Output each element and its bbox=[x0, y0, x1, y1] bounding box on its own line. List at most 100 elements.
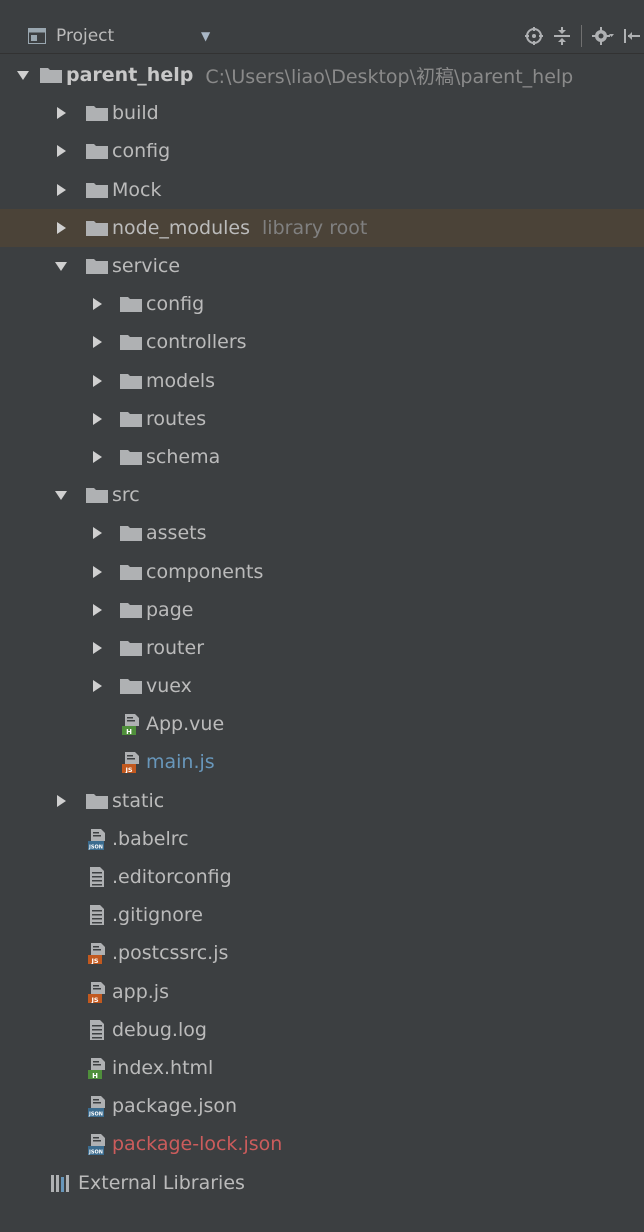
folder-icon bbox=[120, 561, 142, 583]
folder-icon bbox=[86, 484, 108, 506]
project-tool-window: Project ▼ parent_help C:\Users\liao\Desk… bbox=[0, 0, 644, 1232]
tree-item-label: page bbox=[146, 598, 194, 621]
collapsed-arrow-icon[interactable] bbox=[86, 637, 108, 659]
tree-item-src[interactable]: src bbox=[0, 476, 644, 514]
tree-item-gitignore[interactable]: .gitignore bbox=[0, 896, 644, 934]
tree-item-router[interactable]: router bbox=[0, 629, 644, 667]
tree-item-label: service bbox=[112, 255, 181, 278]
folder-icon bbox=[120, 293, 142, 315]
tree-item-routes[interactable]: routes bbox=[0, 400, 644, 438]
tree-item-controllers[interactable]: controllers bbox=[0, 323, 644, 361]
hide-icon[interactable] bbox=[618, 23, 644, 49]
tree-item-service[interactable]: service bbox=[0, 247, 644, 285]
tree-item-app-js[interactable]: JS app.js bbox=[0, 973, 644, 1011]
tree-item-label: index.html bbox=[112, 1056, 214, 1079]
tree-item-label: src bbox=[112, 484, 140, 507]
svg-text:JSON: JSON bbox=[88, 844, 103, 850]
tree-item-label: .babelrc bbox=[112, 827, 189, 850]
tree-item-package-json[interactable]: JSON package.json bbox=[0, 1087, 644, 1125]
settings-gear-icon[interactable] bbox=[590, 23, 616, 49]
tree-item-postcssrc[interactable]: JS .postcssrc.js bbox=[0, 934, 644, 972]
tree-item-label: debug.log bbox=[112, 1018, 207, 1041]
tree-root-row[interactable]: parent_help C:\Users\liao\Desktop\初稿\par… bbox=[0, 56, 644, 94]
library-root-hint: library root bbox=[262, 216, 368, 239]
collapsed-arrow-icon[interactable] bbox=[86, 331, 108, 353]
tree-item-schema[interactable]: schema bbox=[0, 438, 644, 476]
collapsed-arrow-icon[interactable] bbox=[50, 140, 72, 162]
tree-item-label: app.js bbox=[112, 980, 169, 1003]
tree-item-label: static bbox=[112, 789, 165, 812]
svg-text:JS: JS bbox=[90, 996, 98, 1003]
collapsed-arrow-icon[interactable] bbox=[50, 217, 72, 239]
expanded-arrow-icon[interactable] bbox=[12, 64, 34, 86]
project-view-selector[interactable]: Project bbox=[28, 18, 114, 54]
project-header: Project ▼ bbox=[0, 18, 644, 54]
folder-icon bbox=[120, 408, 142, 430]
tree-item-vuex[interactable]: vuex bbox=[0, 667, 644, 705]
tree-item-build[interactable]: build bbox=[0, 94, 644, 132]
tree-item-app-vue[interactable]: H App.vue bbox=[0, 705, 644, 743]
tree-item-config[interactable]: config bbox=[0, 132, 644, 170]
folder-icon bbox=[86, 255, 108, 277]
tree-item-package-lock-json[interactable]: JSON package-lock.json bbox=[0, 1125, 644, 1163]
project-toolbar bbox=[519, 18, 644, 54]
tree-item-index-html[interactable]: H index.html bbox=[0, 1049, 644, 1087]
collapsed-arrow-icon[interactable] bbox=[86, 370, 108, 392]
tree-item-label: External Libraries bbox=[78, 1171, 245, 1194]
project-title: Project bbox=[56, 26, 115, 46]
project-icon bbox=[28, 28, 46, 44]
folder-icon bbox=[120, 675, 142, 697]
tree-item-editorconfig[interactable]: .editorconfig bbox=[0, 858, 644, 896]
folder-icon bbox=[120, 370, 142, 392]
json-file-icon: JSON bbox=[86, 1133, 108, 1156]
dropdown-arrow-icon[interactable]: ▼ bbox=[201, 18, 210, 54]
json-file-icon: JSON bbox=[86, 1095, 108, 1118]
collapsed-arrow-icon[interactable] bbox=[50, 179, 72, 201]
tree-item-models[interactable]: models bbox=[0, 362, 644, 400]
tree-item-external-libraries[interactable]: External Libraries bbox=[0, 1163, 644, 1201]
svg-text:JSON: JSON bbox=[88, 1112, 103, 1118]
collapsed-arrow-icon[interactable] bbox=[86, 599, 108, 621]
tree-item-static[interactable]: static bbox=[0, 782, 644, 820]
root-folder-name: parent_help bbox=[66, 64, 194, 87]
project-tree: parent_help C:\Users\liao\Desktop\初稿\par… bbox=[0, 56, 644, 1202]
tree-item-debug-log[interactable]: debug.log bbox=[0, 1011, 644, 1049]
collapsed-arrow-icon[interactable] bbox=[86, 408, 108, 430]
folder-icon bbox=[120, 599, 142, 621]
tree-item-label: package.json bbox=[112, 1095, 238, 1118]
collapsed-arrow-icon[interactable] bbox=[86, 293, 108, 315]
expanded-arrow-icon[interactable] bbox=[50, 484, 72, 506]
tree-item-label: node_modules bbox=[112, 216, 251, 239]
collapsed-arrow-icon[interactable] bbox=[86, 561, 108, 583]
locate-icon[interactable] bbox=[521, 23, 547, 49]
collapse-all-icon[interactable] bbox=[549, 23, 575, 49]
tree-item-node-modules[interactable]: node_modules library root bbox=[0, 208, 644, 247]
tree-item-assets[interactable]: assets bbox=[0, 514, 644, 552]
collapsed-arrow-icon[interactable] bbox=[50, 790, 72, 812]
tree-item-service-config[interactable]: config bbox=[0, 285, 644, 323]
collapsed-arrow-icon[interactable] bbox=[86, 675, 108, 697]
tree-item-label: config bbox=[146, 293, 205, 316]
svg-text:H: H bbox=[92, 1072, 98, 1079]
tree-item-main-js[interactable]: JS main.js bbox=[0, 743, 644, 781]
tree-item-babelrc[interactable]: JSON .babelrc bbox=[0, 820, 644, 858]
tree-item-label: config bbox=[112, 140, 171, 163]
toolbar-separator bbox=[581, 25, 582, 47]
tree-item-label: .gitignore bbox=[112, 904, 203, 927]
collapsed-arrow-icon[interactable] bbox=[50, 102, 72, 124]
expanded-arrow-icon[interactable] bbox=[50, 255, 72, 277]
collapsed-arrow-icon[interactable] bbox=[86, 522, 108, 544]
tree-item-components[interactable]: components bbox=[0, 552, 644, 590]
tree-item-label: router bbox=[146, 636, 205, 659]
tree-item-mock[interactable]: Mock bbox=[0, 171, 644, 209]
js-file-icon: JS bbox=[86, 981, 108, 1003]
collapsed-arrow-icon[interactable] bbox=[86, 446, 108, 468]
tree-item-label: vuex bbox=[146, 675, 192, 698]
folder-icon bbox=[86, 140, 108, 162]
svg-text:JS: JS bbox=[90, 957, 98, 964]
tree-item-label: .postcssrc.js bbox=[112, 942, 229, 965]
root-folder-path: C:\Users\liao\Desktop\初稿\parent_help bbox=[205, 65, 574, 88]
tree-item-page[interactable]: page bbox=[0, 591, 644, 629]
folder-icon bbox=[40, 64, 62, 86]
tree-item-label: App.vue bbox=[146, 713, 225, 736]
